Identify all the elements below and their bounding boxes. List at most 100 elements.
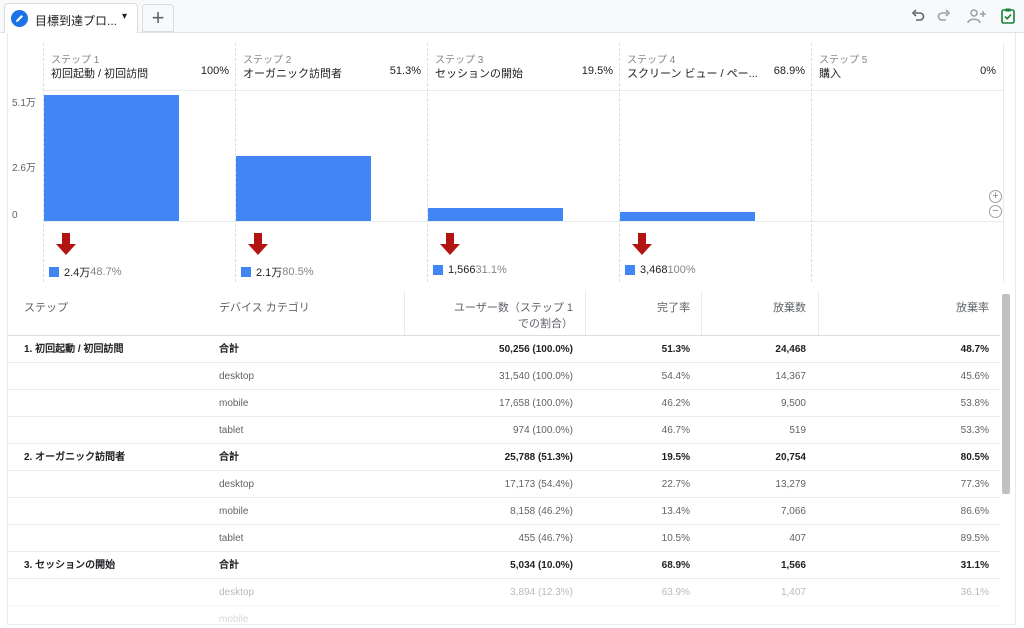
completion-cell: 54.4% [661,371,690,382]
abandon-cell [701,606,806,624]
step-cell [24,525,214,552]
step-cell: 2. オーガニック訪問者 [24,452,126,463]
step-name: 初回起動 / 初回訪問 [51,68,149,80]
exploration-tab[interactable]: 目標到達プロ... ▾ [4,3,138,33]
funnel-chart: 5.1万 2.6万 0 ステップ 1 初回起動 / 初回訪問 100% 2.4万… [8,33,1008,283]
abandon-stat[interactable]: 1,566 31.1% [433,264,507,276]
pencil-icon[interactable] [11,10,28,27]
table-header: ステップ デバイス カテゴリ ユーザー数（ステップ 1 での割合） 完了率 放棄… [8,291,1000,336]
step-percent: 68.9% [773,65,805,77]
step-cell [24,579,214,606]
table-row[interactable]: desktop 17,173 (54.4%) 22.7% 13,279 77.3% [8,471,1000,498]
step-number: ステップ 2 [243,55,292,66]
drop-arrow-icon [56,233,76,255]
zoom-out-icon[interactable]: − [989,205,1002,218]
table-row[interactable]: mobile [8,606,1000,625]
divider [236,221,428,222]
abandon-stat[interactable]: 2.1万 80.5% [241,264,314,280]
completion-cell: 63.9% [661,587,690,598]
step-percent: 0% [980,65,996,77]
column-header-abandon-rate[interactable]: 放棄率 [818,291,989,336]
divider [44,221,236,222]
users-cell: 25,788 (51.3%) [504,452,573,463]
step-name: スクリーン ビュー / ペー... [627,68,758,80]
zoom-in-icon[interactable]: + [989,190,1002,203]
abandon-rate-cell: 31.1% [960,560,989,571]
abandon-rate-cell: 53.3% [960,425,989,436]
table-row[interactable]: desktop 3,894 (12.3%) 63.9% 1,407 36.1% [8,579,1000,606]
funnel-bar[interactable] [428,208,563,221]
table-row[interactable]: tablet 455 (46.7%) 10.5% 407 89.5% [8,525,1000,552]
saved-check-icon[interactable] [998,6,1018,26]
column-header-device[interactable]: デバイス カテゴリ [219,291,310,336]
abandon-cell: 1,566 [780,560,806,571]
column-header-users[interactable]: ユーザー数（ステップ 1 での割合） [404,291,573,336]
device-cell: mobile [219,398,249,409]
completion-cell: 51.3% [661,344,690,355]
abandon-stat[interactable]: 3,468 100% [625,264,696,276]
device-cell: mobile [219,614,249,625]
users-cell: 8,158 (46.2%) [510,506,573,517]
column-header-step[interactable]: ステップ [24,291,68,336]
vertical-scrollbar[interactable] [1002,294,1010,494]
abandon-percent: 80.5% [282,266,314,278]
users-header-line1: ユーザー数（ステップ 1 [454,302,573,314]
add-tab-button[interactable]: + [142,4,174,32]
device-cell: desktop [219,479,255,490]
table-row[interactable]: mobile 8,158 (46.2%) 13.4% 7,066 86.6% [8,498,1000,525]
abandon-cell: 20,754 [775,452,806,463]
share-user-icon[interactable] [965,6,989,26]
step-number: ステップ 3 [435,55,484,66]
redo-icon[interactable] [934,6,954,26]
y-tick-label: 5.1万 [12,98,36,109]
funnel-bar[interactable] [620,212,755,221]
step-number: ステップ 1 [51,55,100,66]
abandon-rate-cell: 36.1% [960,587,989,598]
divider [236,90,428,91]
abandon-cell: 1,407 [780,587,806,598]
funnel-step-5[interactable]: ステップ 5 購入 0% [811,43,1004,282]
abandon-rate-cell: 45.6% [960,371,989,382]
table-row[interactable]: desktop 31,540 (100.0%) 54.4% 14,367 45.6% [8,363,1000,390]
column-header-abandon[interactable]: 放棄数 [701,291,806,336]
funnel-bar[interactable] [44,94,179,221]
column-header-completion[interactable]: 完了率 [585,291,690,336]
device-cell: tablet [219,533,244,544]
users-cell: 50,256 (100.0%) [499,344,573,355]
users-cell: 17,658 (100.0%) [499,398,573,409]
table-row[interactable]: tablet 974 (100.0%) 46.7% 519 53.3% [8,417,1000,444]
funnel-bar[interactable] [236,156,371,221]
table-row[interactable]: 2. オーガニック訪問者 合計 25,788 (51.3%) 19.5% 20,754 8… [8,444,1000,471]
divider [620,221,812,222]
table-row[interactable]: 1. 初回起動 / 初回訪問 合計 50,256 (100.0%) 51.3% 24,4… [8,336,1000,363]
drop-arrow-icon [632,233,652,255]
funnel-step-3[interactable]: ステップ 3 セッションの開始 19.5% 1,566 31.1% [427,43,620,282]
abandon-cell: 407 [789,533,806,544]
divider [812,221,1003,222]
abandon-stat[interactable]: 2.4万 48.7% [49,264,122,280]
abandon-rate-cell: 80.5% [960,452,989,463]
completion-cell: 13.4% [661,506,690,517]
divider [428,90,620,91]
abandon-percent: 48.7% [90,266,122,278]
funnel-step-4[interactable]: ステップ 4 スクリーン ビュー / ペー... 68.9% 3,468 100… [619,43,812,282]
divider [428,221,620,222]
completion-cell: 19.5% [661,452,690,463]
y-tick-label: 2.6万 [12,163,36,174]
tab-dropdown-icon[interactable]: ▾ [122,11,127,22]
table-row[interactable]: 3. セッションの開始 合計 5,034 (10.0%) 68.9% 1,566 31.1… [8,552,1000,579]
abandon-rate-cell: 48.7% [960,344,989,355]
completion-cell [585,606,690,624]
abandon-cell: 14,367 [775,371,806,382]
completion-cell: 68.9% [661,560,690,571]
undo-icon[interactable] [908,6,928,26]
funnel-step-1[interactable]: ステップ 1 初回起動 / 初回訪問 100% 2.4万 48.7% [43,43,236,282]
funnel-step-2[interactable]: ステップ 2 オーガニック訪問者 51.3% 2.1万 80.5% [235,43,428,282]
tab-title[interactable]: 目標到達プロ... [35,12,117,29]
table-row[interactable]: mobile 17,658 (100.0%) 46.2% 9,500 53.8% [8,390,1000,417]
legend-swatch [625,265,635,275]
users-cell [404,606,573,624]
step-cell: 3. セッションの開始 [24,560,116,571]
device-cell: desktop [219,587,255,598]
abandon-cell: 9,500 [780,398,806,409]
